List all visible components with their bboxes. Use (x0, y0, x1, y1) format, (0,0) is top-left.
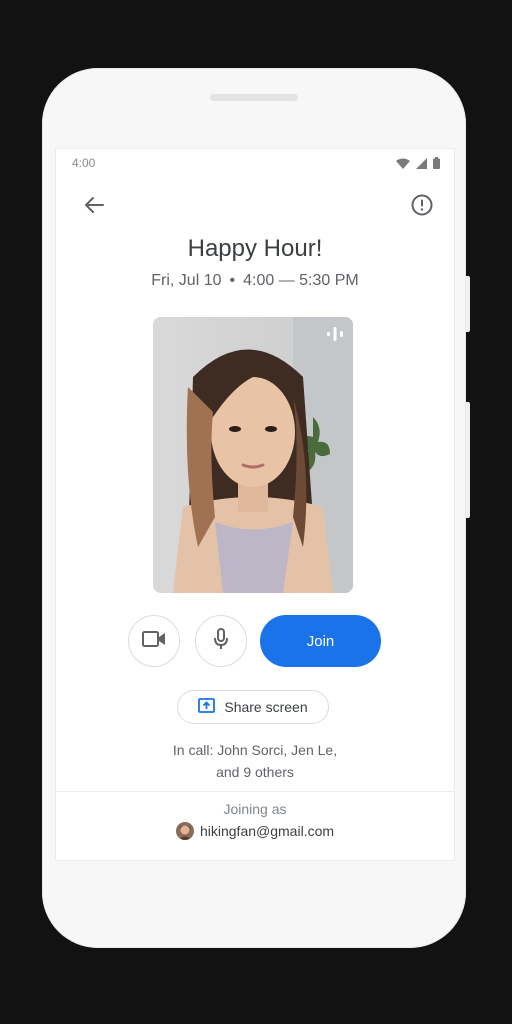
call-controls: Join (56, 615, 454, 667)
self-video-preview (153, 317, 353, 593)
meeting-title: Happy Hour! (187, 235, 323, 262)
phone-speaker (210, 94, 298, 101)
back-button[interactable] (80, 193, 108, 221)
share-screen-button[interactable]: Share screen (177, 690, 329, 724)
mic-icon (213, 627, 229, 655)
screen: 4:00 Happy Hour! Fri, Jul 10 • 4:00 — 5:… (55, 148, 455, 861)
audio-level-icon (327, 327, 343, 341)
status-icons (396, 156, 440, 174)
status-time: 4:00 (72, 156, 96, 170)
videocam-icon (142, 630, 166, 653)
avatar (175, 822, 194, 840)
arrow-back-icon (84, 196, 104, 219)
wifi-icon (396, 156, 410, 174)
in-call-participants: In call: John Sorci, Jen Le, and 9 other… (56, 739, 454, 783)
in-call-label: In call: (172, 742, 214, 758)
share-screen-label: Share screen (224, 699, 308, 715)
microphone-toggle-button[interactable] (195, 615, 247, 667)
battery-icon (433, 156, 440, 174)
account-email: hikingfan@gmail.com (199, 823, 335, 839)
present-to-all-icon (198, 698, 216, 716)
in-call-names-line1: John Sorci, Jen Le, (217, 742, 338, 758)
power-button (466, 276, 470, 332)
separator-dot: • (229, 272, 236, 289)
status-bar: 4:00 (56, 149, 454, 177)
meeting-time-range: 4:00 — 5:30 PM (243, 272, 359, 289)
divider (56, 791, 454, 792)
in-call-names-line2: and 9 others (216, 764, 294, 780)
phone-frame: 4:00 Happy Hour! Fri, Jul 10 • 4:00 — 5:… (42, 68, 470, 948)
meeting-date: Fri, Jul 10 (151, 272, 222, 289)
cell-signal-icon (416, 156, 427, 174)
volume-button (466, 402, 470, 518)
camera-preview-image (153, 317, 353, 593)
account-row[interactable]: hikingfan@gmail.com (56, 822, 454, 840)
meeting-datetime: Fri, Jul 10 • 4:00 — 5:30 PM (56, 272, 454, 290)
report-problem-button[interactable] (408, 193, 436, 221)
joining-as-label: Joining as (223, 801, 287, 817)
report-icon (411, 194, 433, 221)
camera-toggle-button[interactable] (128, 615, 180, 667)
join-button[interactable]: Join (260, 615, 381, 667)
